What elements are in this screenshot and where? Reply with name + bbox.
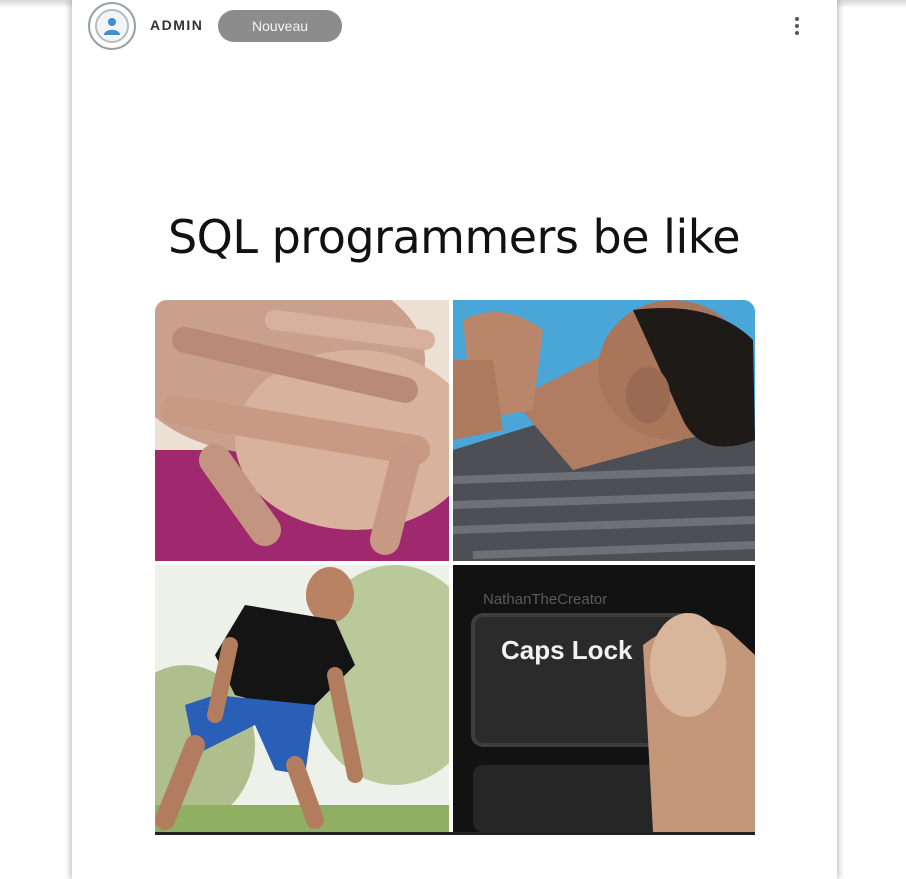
author-name[interactable]: ADMIN [150, 17, 203, 33]
more-vertical-icon[interactable] [788, 14, 806, 38]
meme-image[interactable]: NathanTheCreator Caps Lock [155, 300, 755, 835]
watermark-text: NathanTheCreator [483, 591, 608, 608]
caps-lock-panel: NathanTheCreator Caps Lock [453, 565, 755, 832]
hands-stretch-panel [155, 300, 449, 561]
post-caption: SQL programmers be like [167, 210, 741, 264]
new-badge: Nouveau [218, 10, 342, 42]
user-icon [95, 9, 129, 43]
caps-lock-label: Caps Lock [501, 635, 633, 665]
leg-stretch-panel [155, 565, 449, 832]
neck-stretch-panel [453, 300, 755, 561]
author-avatar[interactable] [88, 2, 136, 50]
